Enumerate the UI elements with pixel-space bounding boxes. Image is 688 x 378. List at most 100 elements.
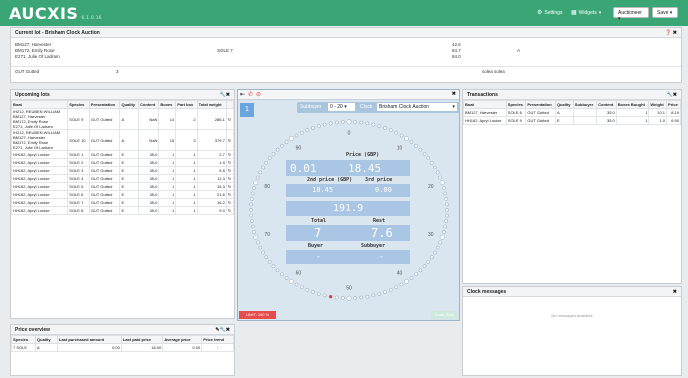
table-row[interactable]: IH212, REUBEN WILLIAM BM127, Harvester BM1… — [10, 129, 235, 151]
done-button[interactable]: Done [Esc] — [431, 311, 458, 319]
boat-line: E271, Julie Of Ladram — [13, 124, 53, 129]
table-cell: SOLE 1 — [67, 150, 90, 159]
table-cell: E — [119, 182, 140, 191]
dial-dot — [414, 143, 418, 148]
column-header: Boxes Bought — [615, 100, 650, 109]
table-cell: 5.5 — [196, 166, 227, 175]
table-row[interactable]: HH162, Apryl Louise SOLE 6 GUT Gutted E 35.0… — [10, 190, 235, 199]
dial-dot — [371, 122, 376, 127]
subbuyer2-label: Subbuyer — [361, 243, 386, 249]
panel-tools: 🔧✖ — [667, 92, 677, 98]
third-price-label: 3rd price — [365, 177, 393, 183]
dial-dot — [418, 268, 423, 273]
role-select[interactable]: Auctioneer ▾ — [613, 7, 649, 22]
column-header: Last purchased amount — [57, 335, 122, 344]
table-cell: GUT Gutted — [88, 150, 121, 159]
column-header: Total weight — [196, 100, 227, 109]
weight-field: 191.9 — [286, 201, 410, 216]
dial-dot — [299, 130, 304, 135]
table-cell: 14 — [158, 108, 177, 130]
panel-tools: ✎🔧✖ — [215, 327, 230, 333]
column-header: Quality — [35, 335, 59, 344]
table-cell: 1 — [175, 158, 198, 167]
table-row[interactable]: HH162, Apryl Louise SOLE 7 GUT Gutted E 35.0… — [10, 198, 235, 207]
table-cell: E — [119, 166, 140, 175]
boat-line: HH162, Apryl Louise — [13, 152, 50, 157]
refresh-icon[interactable]: ↻ — [225, 190, 235, 199]
refresh-icon[interactable]: ↻ — [225, 108, 235, 130]
table-row[interactable]: HH162, Apryl Louise SOLE 9 GUT Gutted E 35.0… — [463, 116, 681, 125]
refresh-icon[interactable]: ↻ — [225, 198, 235, 207]
clock-messages-header: Clock messages ✖ — [463, 287, 681, 297]
logo-text: AUCXIS — [9, 4, 79, 23]
table-cell: 35.0 — [596, 116, 617, 125]
refresh-icon[interactable]: ↻ — [225, 166, 235, 175]
boat-line: HH162, Apryl Louise — [13, 200, 50, 205]
table-cell: SOLE 6 — [67, 190, 90, 199]
settings-link[interactable]: ⚙ Settings — [537, 9, 562, 17]
transactions-panel: Transactions 🔧✖ Boat Species Presentation Q… — [462, 89, 682, 284]
dial-dot — [280, 272, 284, 277]
dial-dot — [264, 160, 269, 165]
close-icon[interactable]: ✖ — [226, 327, 230, 333]
save-button[interactable]: Save ▾ — [652, 7, 678, 18]
refresh-icon[interactable]: ↻ — [225, 182, 235, 191]
refresh-icon[interactable]: ↻ — [225, 158, 235, 167]
table-row[interactable]: HH162, Apryl Louise SOLE 8 GUT Gutted E 35.0… — [10, 206, 235, 215]
seller-line: E271, Julie Of Ladram — [15, 54, 60, 59]
refresh-icon[interactable]: ↻ — [225, 174, 235, 183]
table-cell: A — [119, 129, 140, 151]
table-cell: 1 — [158, 150, 177, 159]
table-cell: 11.3 — [196, 174, 227, 183]
refresh-icon[interactable]: ↻ — [225, 150, 235, 159]
dial-dot — [388, 128, 393, 133]
dial-dot — [443, 191, 448, 196]
table-cell: GUT Gutted — [525, 116, 556, 125]
table-cell: E — [119, 190, 140, 199]
table-row[interactable]: HH162, Apryl Louise SOLE 1 GUT Gutted E 35.0… — [10, 150, 235, 159]
table-cell — [572, 116, 598, 125]
current-lot-species: SOLE 7 — [217, 48, 233, 53]
widgets-menu[interactable]: ▦ Widgets ▾ — [571, 9, 601, 17]
table-row[interactable]: HH162, Apryl Louise SOLE 5 GUT Gutted E 35.0… — [10, 182, 235, 191]
dial-dot — [261, 165, 265, 170]
dial-dot — [267, 259, 272, 264]
table-row[interactable]: IH212, REUBEN WILLIAM BM127, Harvester BM1… — [10, 108, 235, 130]
table-cell: SOLE 7 — [67, 198, 90, 207]
dial-dot — [334, 295, 339, 300]
table-row[interactable]: 7 SOLE A 0.00 18.00 0.00 ↑ — [10, 343, 234, 352]
dial-dot — [422, 264, 427, 269]
dial-dot — [353, 296, 358, 300]
dial-dot — [264, 255, 269, 260]
table-cell: SOLE 8 — [67, 206, 90, 215]
table-row[interactable]: HH162, Apryl Louise SOLE 2 GUT Gutted E 35.0… — [10, 158, 235, 167]
close-icon[interactable]: ✖ — [673, 92, 677, 98]
refresh-icon[interactable]: ↻ — [225, 129, 235, 151]
table-cell: 35.0 — [138, 150, 160, 159]
dial-dot — [439, 180, 445, 186]
close-icon[interactable]: ✖ — [226, 92, 230, 98]
upcoming-lots-panel: Upcoming lots 🔧✖ Boat Species Presentation… — [10, 89, 235, 319]
refresh-icon[interactable]: ↻ — [225, 206, 235, 215]
table-cell: GUT Gutted — [88, 182, 121, 191]
save-label: Save — [657, 10, 669, 16]
table-row[interactable]: HH162, Apryl Louise SOLE 3 GUT Gutted E 35.0… — [10, 166, 235, 175]
dial-dot — [439, 234, 445, 240]
close-icon[interactable]: ✖ — [673, 30, 677, 36]
help-icon[interactable]: ❓ — [665, 30, 671, 36]
total-label: Total — [311, 218, 327, 224]
upcoming-lots-table: Boat Species Presentation Quality Content Box… — [10, 100, 235, 215]
current-lot-title: Current lot - Brisham Clock Auction — [15, 30, 100, 36]
close-icon[interactable]: ✖ — [673, 289, 677, 295]
transactions-title: Transactions — [467, 92, 498, 98]
dial-dot — [249, 197, 254, 201]
table-cell: 35.0 — [138, 198, 160, 207]
table-cell: ↑ — [201, 343, 234, 352]
table-cell: GUT Gutted — [88, 174, 121, 183]
boat-line: HH162, Apryl Louise — [13, 208, 50, 213]
table-row[interactable]: BM127, Harvester SOLE 6 GUT Gutted A 35.0 1 10… — [463, 108, 681, 117]
gear-icon: ⚙ — [537, 10, 543, 16]
weight-value: 191.9 — [333, 203, 364, 214]
table-row[interactable]: HH162, Apryl Louise SOLE 4 GUT Gutted E 35.0… — [10, 174, 235, 183]
second-price-label: 2nd price (GBP) — [307, 177, 353, 183]
